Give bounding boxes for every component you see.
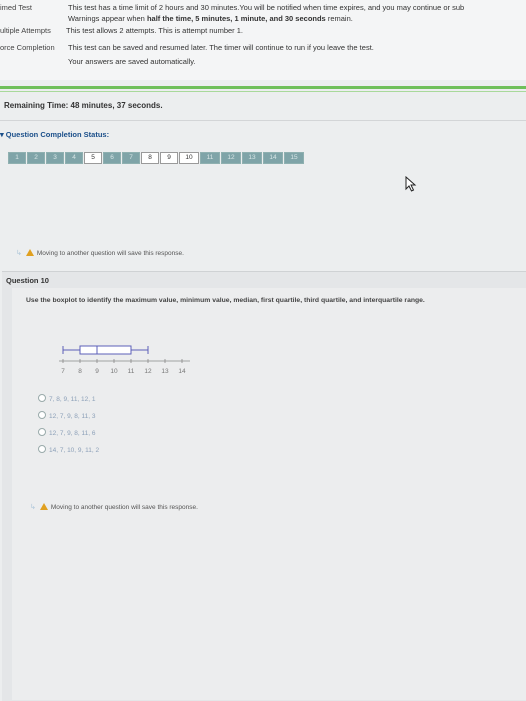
- warning-icon: [39, 503, 48, 510]
- question-nav-5[interactable]: 5: [84, 152, 102, 164]
- return-arrow-icon: ↳: [16, 250, 22, 257]
- axis-tick-label: 13: [161, 368, 169, 375]
- test-info-panel: imed Test This test has a time limit of …: [0, 0, 526, 80]
- question-nav-3[interactable]: 3: [46, 152, 64, 164]
- axis-tick-label: 14: [178, 368, 186, 375]
- answer-option-label: 12, 7, 9, 8, 11, 6: [49, 430, 96, 437]
- remaining-time: Remaining Time: 48 minutes, 37 seconds.: [4, 101, 163, 110]
- question-nav-4[interactable]: 4: [65, 152, 83, 164]
- question-nav: 1 2 3 4 5 6 7 8 9 10 11 12 13 14 15: [8, 152, 305, 164]
- radio-button[interactable]: [38, 428, 46, 436]
- question-nav-8[interactable]: 8: [141, 152, 159, 164]
- question-nav-9[interactable]: 9: [160, 152, 178, 164]
- question-nav-14[interactable]: 14: [263, 152, 283, 164]
- question-nav-6[interactable]: 6: [103, 152, 121, 164]
- axis-tick-label: 10: [110, 368, 118, 375]
- question-header: Question 10: [6, 276, 49, 285]
- answer-option-label: 14, 7, 10, 9, 11, 2: [49, 447, 100, 454]
- axis-tick-label: 11: [128, 368, 135, 375]
- return-arrow-icon: ↳: [30, 504, 36, 511]
- radio-button[interactable]: [38, 394, 46, 402]
- mouse-cursor-icon: [405, 176, 417, 192]
- question-nav-13[interactable]: 13: [242, 152, 262, 164]
- divider: [0, 120, 526, 121]
- save-notice-bottom: ↳ Moving to another question will save th…: [30, 503, 198, 511]
- radio-button[interactable]: [38, 411, 46, 419]
- radio-button[interactable]: [38, 445, 46, 453]
- autosave-text: Your answers are saved automatically.: [68, 57, 196, 66]
- question-completion-status[interactable]: ▾ Question Completion Status:: [0, 130, 109, 139]
- timed-test-warnings: Warnings appear when half the time, 5 mi…: [68, 14, 353, 23]
- multiple-attempts-text: This test allows 2 attempts. This is att…: [66, 26, 244, 35]
- axis-tick-label: 7: [61, 368, 65, 375]
- multiple-attempts-label: ultiple Attempts: [0, 26, 51, 35]
- question-nav-10[interactable]: 10: [179, 152, 199, 164]
- question-nav-1[interactable]: 1: [8, 152, 26, 164]
- question-nav-7[interactable]: 7: [122, 152, 140, 164]
- answer-option[interactable]: 7, 8, 9, 11, 12, 1: [38, 394, 96, 403]
- answer-option[interactable]: 12, 7, 9, 8, 11, 3: [38, 411, 96, 420]
- boxplot-box: [79, 345, 132, 355]
- question-prompt: Use the boxplot to identify the maximum …: [26, 297, 425, 304]
- force-completion-text: This test can be saved and resumed later…: [68, 43, 374, 52]
- axis-tick-label: 9: [95, 368, 99, 375]
- progress-divider-thin: [0, 91, 526, 92]
- question-nav-2[interactable]: 2: [27, 152, 45, 164]
- answer-option-label: 12, 7, 9, 8, 11, 3: [49, 413, 96, 420]
- axis-tick-label: 8: [78, 368, 82, 375]
- boxplot-figure: 7 8 9 10 11 12 13 14: [59, 345, 190, 375]
- question-nav-12[interactable]: 12: [221, 152, 241, 164]
- warning-icon: [25, 249, 34, 256]
- question-nav-15[interactable]: 15: [284, 152, 304, 164]
- timed-test-label: imed Test: [0, 3, 32, 12]
- save-notice-top: ↳ Moving to another question will save th…: [16, 249, 184, 257]
- question-nav-11[interactable]: 11: [200, 152, 220, 164]
- answer-option[interactable]: 12, 7, 9, 8, 11, 6: [38, 428, 96, 437]
- timed-test-text: This test has a time limit of 2 hours an…: [68, 3, 465, 12]
- answer-option[interactable]: 14, 7, 10, 9, 11, 2: [38, 445, 99, 454]
- axis-tick-label: 12: [144, 368, 152, 375]
- collapse-triangle-icon[interactable]: ▾: [0, 130, 4, 139]
- progress-divider: [0, 86, 526, 89]
- answer-option-label: 7, 8, 9, 11, 12, 1: [49, 396, 96, 403]
- force-completion-label: orce Completion: [0, 43, 55, 52]
